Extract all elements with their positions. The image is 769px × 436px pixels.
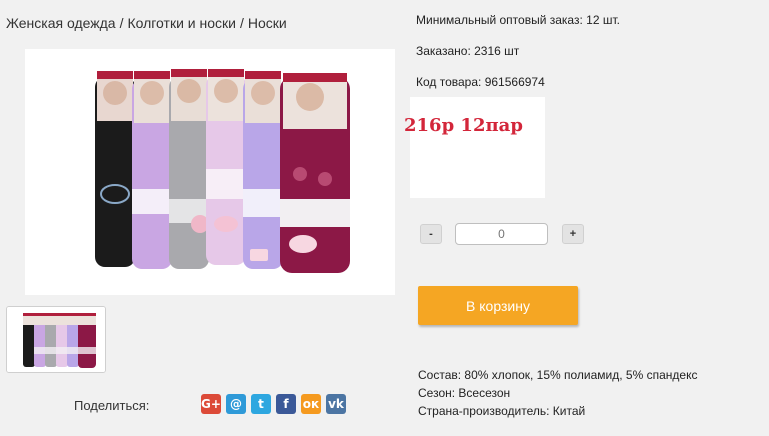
breadcrumb: Женская одежда / Колготки и носки / Носки <box>6 15 287 31</box>
sock-grey <box>169 69 209 269</box>
sock-violet <box>243 71 283 269</box>
product-main-image[interactable] <box>25 49 395 295</box>
add-to-cart-button[interactable]: В корзину <box>418 286 578 325</box>
breadcrumb-item-tights-socks[interactable]: Колготки и носки <box>127 15 236 31</box>
odnoklassniki-icon[interactable]: ок <box>301 394 321 414</box>
share-label: Поделиться: <box>74 398 150 413</box>
quantity-decrease-button[interactable]: - <box>420 224 442 244</box>
vk-icon[interactable]: vk <box>326 394 346 414</box>
breadcrumb-item-socks[interactable]: Носки <box>248 15 287 31</box>
product-thumbnail[interactable] <box>6 306 106 373</box>
promo-price-text: 216р 12пар <box>404 115 523 136</box>
min-order-text: Минимальный оптовый заказ: 12 шт. <box>416 13 620 27</box>
email-icon[interactable]: @ <box>226 394 246 414</box>
quantity-increase-button[interactable]: + <box>562 224 584 244</box>
sock-burgundy <box>280 73 350 273</box>
promo-box <box>410 97 545 198</box>
twitter-icon[interactable]: t <box>251 394 271 414</box>
sock-lilac <box>132 71 172 269</box>
product-code-text: Код товара: 961566974 <box>416 75 545 89</box>
sock-black <box>95 71 135 267</box>
breadcrumb-separator: / <box>119 15 124 31</box>
google-plus-icon[interactable]: G+ <box>201 394 221 414</box>
breadcrumb-item-womens-clothing[interactable]: Женская одежда <box>6 15 116 31</box>
quantity-input[interactable] <box>455 223 548 245</box>
share-buttons: G+ @ t f ок vk <box>201 394 346 414</box>
ordered-count-text: Заказано: 2316 шт <box>416 44 520 58</box>
breadcrumb-separator: / <box>239 15 244 31</box>
composition-text: Состав: 80% хлопок, 15% полиамид, 5% спа… <box>418 368 698 382</box>
facebook-icon[interactable]: f <box>276 394 296 414</box>
socks-thumbnail-photo <box>7 307 105 372</box>
country-text: Страна-производитель: Китай <box>418 404 586 418</box>
sock-pink <box>206 69 246 265</box>
socks-photo <box>25 49 395 295</box>
season-text: Сезон: Всесезон <box>418 386 511 400</box>
